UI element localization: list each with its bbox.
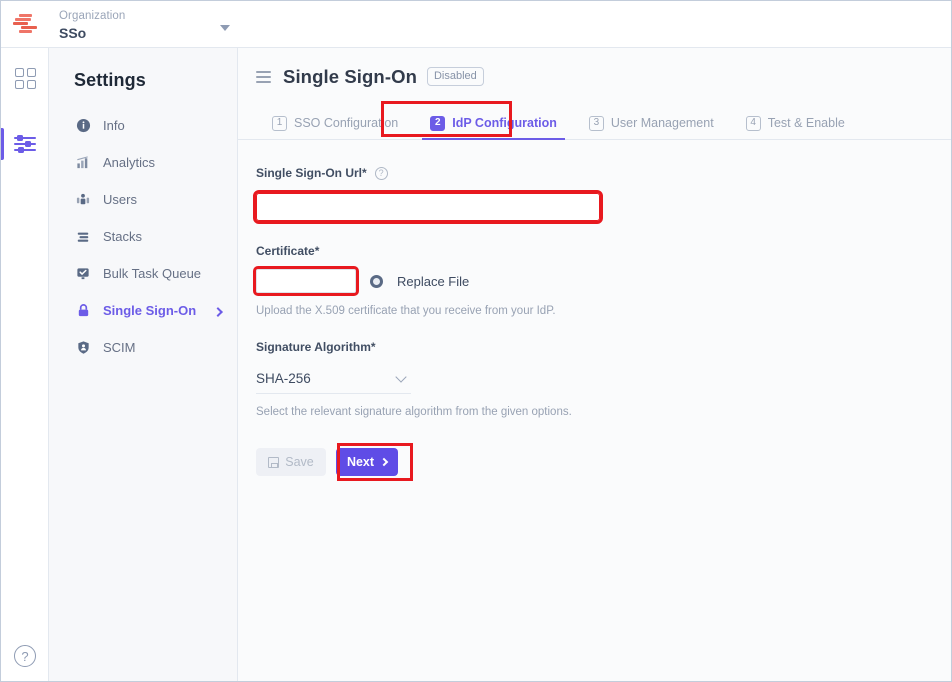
signature-algorithm-select[interactable]: SHA-256 bbox=[256, 366, 411, 394]
bar-chart-icon bbox=[74, 154, 92, 172]
app-logo[interactable] bbox=[1, 1, 49, 47]
signature-algorithm-label-text: Signature Algorithm* bbox=[256, 340, 376, 354]
tab-number: 4 bbox=[746, 116, 761, 131]
app-window: Organization SSo ? Settings Info bbox=[0, 0, 952, 682]
sidebar-item-label: Single Sign-On bbox=[103, 303, 196, 318]
page-title: Single Sign-On bbox=[283, 66, 417, 88]
stacks-lines-icon bbox=[74, 228, 92, 246]
main-content: Single Sign-On Disabled 1 SSO Configurat… bbox=[238, 48, 952, 682]
chevron-down-icon[interactable] bbox=[220, 25, 230, 31]
next-button-label: Next bbox=[347, 455, 374, 469]
sidebar-item-label: Info bbox=[103, 118, 125, 133]
sliders-settings-icon bbox=[14, 134, 36, 154]
tab-sso-configuration[interactable]: 1 SSO Configuration bbox=[256, 107, 414, 139]
sso-url-input[interactable] bbox=[256, 193, 600, 221]
sidebar-item-label: Users bbox=[103, 192, 137, 207]
floppy-disk-icon bbox=[268, 457, 279, 468]
shield-user-icon bbox=[74, 339, 92, 357]
certificate-label-text: Certificate* bbox=[256, 244, 319, 258]
signature-algorithm-value: SHA-256 bbox=[256, 371, 311, 386]
hamburger-menu-icon[interactable] bbox=[256, 71, 271, 83]
stacked-bars-logo-icon bbox=[12, 12, 38, 36]
sidebar-item-users[interactable]: Users bbox=[49, 181, 237, 218]
tab-label: SSO Configuration bbox=[294, 116, 398, 130]
question-circle-icon[interactable]: ? bbox=[375, 167, 388, 180]
tab-idp-configuration[interactable]: 2 IdP Configuration bbox=[414, 107, 573, 139]
tab-number: 3 bbox=[589, 116, 604, 131]
save-button[interactable]: Save bbox=[256, 448, 326, 476]
sidebar-item-analytics[interactable]: Analytics bbox=[49, 144, 237, 181]
tab-strip: 1 SSO Configuration 2 IdP Configuration … bbox=[238, 107, 952, 140]
next-button[interactable]: Next bbox=[336, 448, 398, 476]
page-header: Single Sign-On Disabled bbox=[238, 48, 952, 93]
form-actions: Save Next bbox=[256, 448, 934, 476]
help-icon-label: ? bbox=[21, 649, 28, 664]
chevron-right-icon bbox=[380, 458, 388, 466]
sidebar-item-label: SCIM bbox=[103, 340, 136, 355]
status-badge: Disabled bbox=[427, 67, 484, 86]
sidebar-item-label: Bulk Task Queue bbox=[103, 266, 201, 281]
info-circle-icon bbox=[74, 117, 92, 135]
sso-url-label-text: Single Sign-On Url* bbox=[256, 166, 367, 180]
sidebar-item-bulk-task-queue[interactable]: Bulk Task Queue bbox=[49, 255, 237, 292]
replace-file-button[interactable]: Replace File bbox=[397, 274, 469, 289]
tab-number: 1 bbox=[272, 116, 287, 131]
sso-url-label: Single Sign-On Url* ? bbox=[256, 166, 934, 180]
signature-algorithm-label: Signature Algorithm* bbox=[256, 340, 934, 354]
signature-algorithm-field-group: Signature Algorithm* SHA-256 Select the … bbox=[256, 340, 934, 418]
upload-circle-icon[interactable] bbox=[370, 275, 383, 288]
signature-algorithm-hint: Select the relevant signature algorithm … bbox=[256, 406, 934, 418]
sidebar-item-stacks[interactable]: Stacks bbox=[49, 218, 237, 255]
rail-item-settings[interactable] bbox=[1, 120, 49, 168]
tab-test-and-enable[interactable]: 4 Test & Enable bbox=[730, 107, 861, 139]
tab-number: 2 bbox=[430, 116, 445, 131]
sidebar-item-label: Analytics bbox=[103, 155, 155, 170]
organization-selector[interactable]: Organization SSo bbox=[59, 1, 125, 47]
users-group-icon bbox=[74, 191, 92, 209]
lock-icon bbox=[74, 302, 92, 320]
settings-sidebar: Settings Info Analytics Users Stacks bbox=[49, 48, 238, 682]
tab-label: User Management bbox=[611, 116, 714, 130]
tab-user-management[interactable]: 3 User Management bbox=[573, 107, 730, 139]
chevron-right-icon bbox=[213, 307, 223, 317]
certificate-row: Replace File bbox=[256, 269, 934, 293]
sidebar-item-label: Stacks bbox=[103, 229, 142, 244]
save-button-label: Save bbox=[285, 455, 314, 469]
rail-item-dashboard[interactable] bbox=[1, 54, 49, 102]
certificate-field-group: Certificate* Replace File Upload the X.5… bbox=[256, 244, 934, 317]
top-bar: Organization SSo bbox=[1, 1, 952, 48]
grid-icon bbox=[15, 68, 36, 89]
organization-name: SSo bbox=[59, 24, 125, 42]
chevron-down-icon bbox=[395, 371, 406, 382]
icon-rail: ? bbox=[1, 48, 49, 682]
certificate-label: Certificate* bbox=[256, 244, 934, 258]
sso-url-field-group: Single Sign-On Url* ? bbox=[256, 166, 934, 221]
tab-label: IdP Configuration bbox=[452, 116, 557, 130]
sidebar-item-info[interactable]: Info bbox=[49, 107, 237, 144]
idp-configuration-form: Single Sign-On Url* ? Certificate* Repla… bbox=[238, 140, 952, 476]
checklist-monitor-icon bbox=[74, 265, 92, 283]
organization-label: Organization bbox=[59, 9, 125, 24]
sidebar-title: Settings bbox=[49, 70, 237, 91]
sidebar-item-scim[interactable]: SCIM bbox=[49, 329, 237, 366]
sidebar-item-single-sign-on[interactable]: Single Sign-On bbox=[49, 292, 237, 329]
tab-label: Test & Enable bbox=[768, 116, 845, 130]
help-icon[interactable]: ? bbox=[14, 645, 36, 667]
certificate-hint: Upload the X.509 certificate that you re… bbox=[256, 305, 934, 317]
certificate-input[interactable] bbox=[256, 269, 356, 293]
